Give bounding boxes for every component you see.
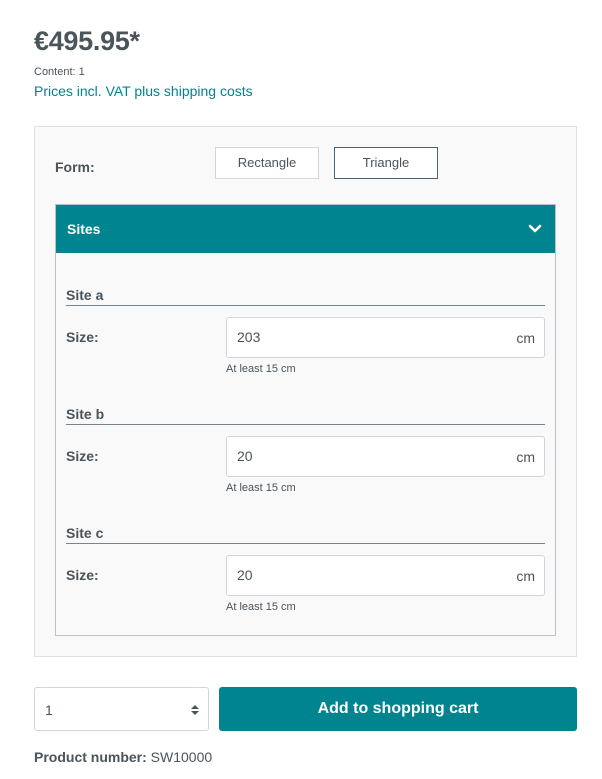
- site-a-title: Site a: [66, 287, 545, 306]
- site-a-group: Site a Size: cm At least 15 cm: [66, 287, 545, 375]
- site-a-hint: At least 15 cm: [226, 363, 296, 375]
- site-c-size-field[interactable]: cm: [226, 555, 545, 596]
- add-to-cart-button[interactable]: Add to shopping cart: [219, 687, 577, 731]
- site-b-size-input[interactable]: [237, 448, 487, 464]
- site-b-title: Site b: [66, 406, 545, 425]
- site-a-size-field[interactable]: cm: [226, 317, 545, 358]
- quantity-select[interactable]: 1: [34, 687, 209, 731]
- product-price: €495.95*: [34, 26, 140, 56]
- chevron-down-icon[interactable]: [527, 221, 543, 237]
- form-option-triangle[interactable]: Triangle: [334, 147, 438, 179]
- form-label: Form:: [55, 159, 95, 175]
- product-content: Content: 1: [34, 66, 85, 78]
- site-c-size-input[interactable]: [237, 567, 487, 583]
- site-b-size-field[interactable]: cm: [226, 436, 545, 477]
- product-configurator: Form: Rectangle Triangle Sites Site a Si…: [34, 126, 577, 657]
- site-a-size-input[interactable]: [237, 329, 487, 345]
- quantity-value: 1: [45, 702, 53, 718]
- product-number-value: SW10000: [150, 749, 213, 765]
- site-c-unit: cm: [516, 568, 535, 584]
- sites-panel: Sites Site a Size: cm At least 15 cm Sit…: [55, 204, 556, 636]
- select-arrows-icon: [191, 705, 199, 715]
- site-c-size-label: Size:: [66, 567, 99, 583]
- site-b-unit: cm: [516, 449, 535, 465]
- product-number-label: Product number:: [34, 749, 147, 765]
- site-b-hint: At least 15 cm: [226, 482, 296, 494]
- product-number: Product number: SW10000: [34, 749, 212, 765]
- site-b-size-label: Size:: [66, 448, 99, 464]
- site-c-title: Site c: [66, 525, 545, 544]
- site-a-size-label: Size:: [66, 329, 99, 345]
- sites-panel-title: Sites: [67, 221, 101, 237]
- site-c-group: Site c Size: cm At least 15 cm: [66, 525, 545, 613]
- site-a-unit: cm: [516, 330, 535, 346]
- form-option-rectangle[interactable]: Rectangle: [215, 147, 319, 179]
- vat-shipping-link[interactable]: Prices incl. VAT plus shipping costs: [34, 83, 253, 99]
- sites-panel-header[interactable]: Sites: [56, 205, 555, 253]
- site-b-group: Site b Size: cm At least 15 cm: [66, 406, 545, 494]
- site-c-hint: At least 15 cm: [226, 601, 296, 613]
